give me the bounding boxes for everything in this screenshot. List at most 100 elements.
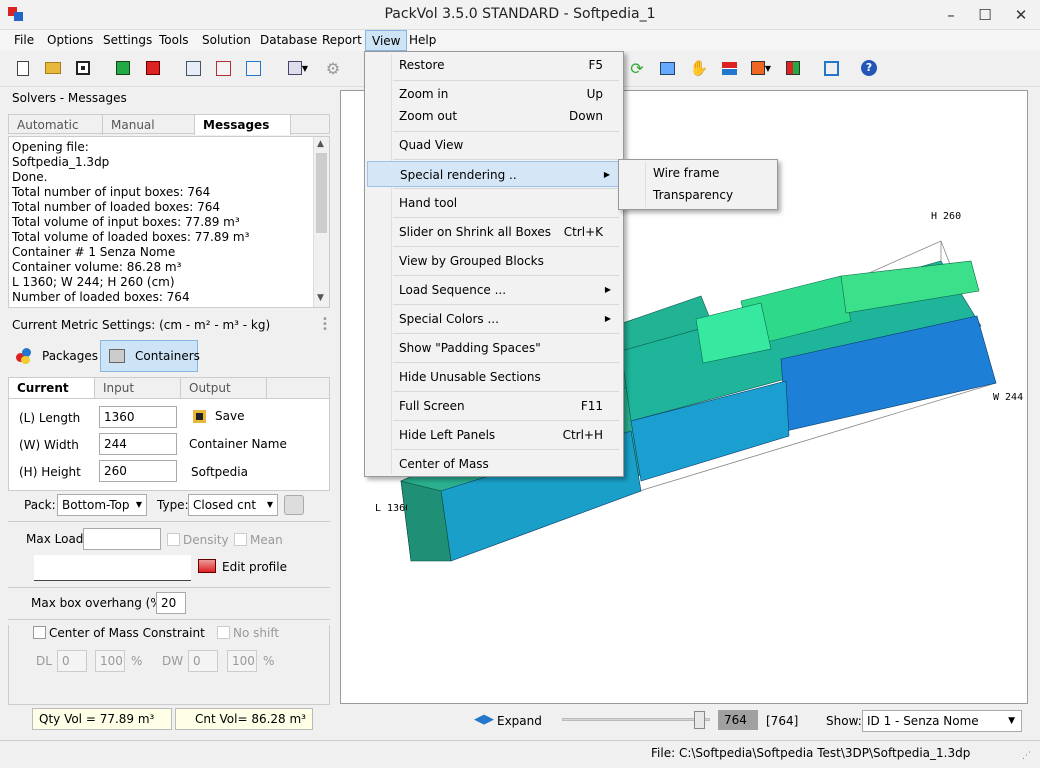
hand-tool-icon[interactable]: ✋ bbox=[688, 57, 710, 79]
view-menu-hide-left-panels[interactable]: Hide Left Panels Ctrl+H bbox=[367, 422, 621, 448]
dw-input[interactable]: 0 bbox=[188, 650, 218, 672]
menu-options[interactable]: Options bbox=[41, 30, 99, 51]
length-input[interactable]: 1360 bbox=[99, 406, 177, 428]
view-menu-special-colors[interactable]: Special Colors ... ▶ bbox=[367, 306, 621, 332]
pack-select[interactable]: Bottom-Top ▼ bbox=[57, 494, 147, 516]
tab-manual[interactable]: Manual bbox=[103, 115, 195, 135]
menu-settings[interactable]: Settings bbox=[97, 30, 158, 51]
resize-grip-icon[interactable]: ⋰ bbox=[1022, 751, 1031, 761]
com-constraint-checkbox[interactable] bbox=[33, 626, 46, 639]
maximize-button[interactable]: ☐ bbox=[968, 0, 1002, 30]
grip-handle-icon[interactable]: • • • bbox=[322, 315, 328, 335]
show-select-value: ID 1 - Senza Nome bbox=[867, 714, 979, 728]
chevron-down-icon: ▼ bbox=[266, 500, 273, 509]
max-load-input[interactable] bbox=[83, 528, 161, 550]
menu-file[interactable]: File bbox=[8, 30, 40, 51]
menu-tools[interactable]: Tools bbox=[153, 30, 195, 51]
dl-percent-input[interactable]: 100 bbox=[95, 650, 125, 672]
length-axis-label: L 1360 bbox=[375, 503, 407, 514]
view-menu-grouped-blocks[interactable]: View by Grouped Blocks bbox=[367, 248, 621, 274]
tab-automatic[interactable]: Automatic bbox=[9, 115, 103, 135]
menu-shortcut: F5 bbox=[588, 58, 603, 72]
view-menu-padding-spaces[interactable]: Show "Padding Spaces" bbox=[367, 335, 621, 361]
menu-solution[interactable]: Solution bbox=[196, 30, 257, 51]
menu-separator bbox=[393, 188, 619, 189]
open-folder-icon[interactable] bbox=[42, 57, 64, 79]
metric-settings-label: Current Metric Settings: (cm - m² - m³ -… bbox=[12, 318, 271, 332]
view-menu-special-rendering[interactable]: Special rendering .. ▶ bbox=[367, 161, 621, 187]
container-shape-icon[interactable] bbox=[284, 495, 304, 515]
width-axis-label: W 244 bbox=[993, 392, 1024, 403]
submenu-wire-frame[interactable]: Wire frame bbox=[621, 162, 775, 184]
gear-icon[interactable]: ⚙ bbox=[322, 57, 344, 79]
menu-label: Special Colors ... bbox=[399, 312, 499, 326]
menu-separator bbox=[393, 217, 619, 218]
split-view-icon[interactable] bbox=[718, 57, 740, 79]
grid-view-icon[interactable] bbox=[656, 57, 678, 79]
view-menu-load-sequence[interactable]: Load Sequence ... ▶ bbox=[367, 277, 621, 303]
messages-scrollbar[interactable]: ▲ ▼ bbox=[313, 137, 329, 307]
delete-package-icon[interactable] bbox=[142, 57, 164, 79]
expand-button[interactable]: Expand bbox=[497, 714, 542, 728]
save-icon[interactable] bbox=[72, 57, 94, 79]
report-dropdown-icon[interactable]: ▼ bbox=[284, 57, 312, 79]
color-dropdown-icon[interactable]: ▼ bbox=[746, 57, 776, 79]
tab-current[interactable]: Current bbox=[9, 378, 95, 398]
pack-select-value: Bottom-Top bbox=[62, 498, 130, 512]
view-menu-quad-view[interactable]: Quad View bbox=[367, 132, 621, 158]
solvers-header: Solvers - Messages bbox=[12, 91, 127, 105]
edit-solution-icon[interactable] bbox=[212, 57, 234, 79]
view-menu-slider-shrink[interactable]: Slider on Shrink all Boxes Ctrl+K bbox=[367, 219, 621, 245]
new-file-icon[interactable] bbox=[12, 57, 34, 79]
width-input[interactable]: 244 bbox=[99, 433, 177, 455]
slider-thumb[interactable] bbox=[694, 711, 705, 729]
menu-database[interactable]: Database bbox=[254, 30, 323, 51]
message-line: Total volume of loaded boxes: 77.89 m³ bbox=[12, 230, 250, 244]
save-container-button[interactable]: Save bbox=[193, 407, 293, 427]
slider-value: 764 bbox=[718, 710, 758, 730]
height-input[interactable]: 260 bbox=[99, 460, 177, 482]
expand-arrows-icon[interactable]: ◀▶ bbox=[474, 712, 494, 728]
close-button[interactable]: ✕ bbox=[1002, 0, 1040, 30]
view-menu-zoom-out[interactable]: Zoom out Down bbox=[367, 103, 621, 129]
add-package-icon[interactable] bbox=[112, 57, 134, 79]
packages-button[interactable]: Packages bbox=[14, 342, 98, 370]
layout-icon[interactable] bbox=[782, 57, 804, 79]
chart-profile-icon[interactable] bbox=[198, 559, 216, 573]
view-menu-restore[interactable]: Restore F5 bbox=[367, 52, 621, 78]
mean-checkbox[interactable] bbox=[234, 533, 247, 546]
settings-solution-icon[interactable] bbox=[242, 57, 264, 79]
messages-box[interactable]: Opening file: Softpedia_1.3dp Done. Tota… bbox=[8, 136, 330, 308]
overhang-input[interactable]: 20 bbox=[156, 592, 186, 614]
help-icon[interactable]: ? bbox=[858, 57, 880, 79]
tab-output[interactable]: Output bbox=[181, 378, 267, 398]
view-menu-center-of-mass[interactable]: Center of Mass bbox=[367, 451, 621, 477]
submenu-transparency[interactable]: Transparency bbox=[621, 184, 775, 206]
message-line: Container volume: 86.28 m³ bbox=[12, 260, 182, 274]
menu-help[interactable]: Help bbox=[403, 30, 442, 51]
minimize-button[interactable]: – bbox=[934, 0, 968, 30]
view-menu-hand-tool[interactable]: Hand tool bbox=[367, 190, 621, 216]
menu-report[interactable]: Report bbox=[316, 30, 368, 51]
type-select[interactable]: Closed cnt ▼ bbox=[188, 494, 278, 516]
no-shift-checkbox[interactable] bbox=[217, 626, 230, 639]
view-menu-full-screen[interactable]: Full Screen F11 bbox=[367, 393, 621, 419]
fit-to-screen-icon[interactable] bbox=[820, 57, 842, 79]
edit-profile-link[interactable]: Edit profile bbox=[222, 560, 287, 574]
message-line: Opening file: bbox=[12, 140, 89, 154]
menu-view[interactable]: View bbox=[365, 30, 408, 51]
refresh-icon[interactable]: ⟳ bbox=[626, 57, 648, 79]
tab-input[interactable]: Input bbox=[95, 378, 181, 398]
menu-label: Special rendering .. bbox=[400, 168, 517, 182]
scrollbar-thumb[interactable] bbox=[316, 153, 327, 233]
menu-label: Quad View bbox=[399, 138, 464, 152]
slider-track[interactable] bbox=[562, 718, 710, 721]
show-select[interactable]: ID 1 - Senza Nome ▼ bbox=[862, 710, 1022, 732]
dw-percent-input[interactable]: 100 bbox=[227, 650, 257, 672]
solve-icon[interactable] bbox=[182, 57, 204, 79]
dl-input[interactable]: 0 bbox=[57, 650, 87, 672]
tab-messages[interactable]: Messages bbox=[195, 115, 291, 135]
density-checkbox[interactable] bbox=[167, 533, 180, 546]
view-menu-hide-unusable[interactable]: Hide Unusable Sections bbox=[367, 364, 621, 390]
containers-button[interactable]: Containers bbox=[100, 340, 200, 372]
